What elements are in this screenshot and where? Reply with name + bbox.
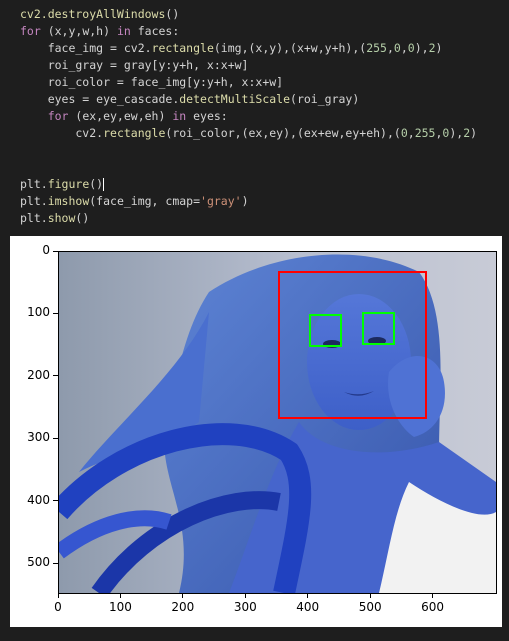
- code-line: face_img = cv2.rectangle(img,(x,y),(x+w,…: [20, 40, 443, 57]
- code-token: rectangle: [103, 126, 166, 140]
- x-tick-mark: [369, 593, 371, 598]
- x-tick-mark: [307, 593, 309, 598]
- code-token: (img,(x,y),(x+w,y+h),(: [213, 41, 367, 55]
- code-line: roi_color = face_img[y:y+h, x:x+w]: [20, 74, 283, 91]
- code-token: eyes:: [186, 109, 228, 123]
- code-token: (roi_gray): [290, 92, 360, 106]
- code-line: roi_gray = gray[y:y+h, x:x+w]: [20, 57, 249, 74]
- image-axes: [58, 251, 497, 594]
- code-token: ,: [407, 126, 415, 140]
- x-tick-mark: [57, 593, 59, 598]
- code-line: for (x,y,w,h) in faces:: [20, 23, 179, 40]
- code-token: plt.: [20, 194, 48, 208]
- y-tick-mark: [53, 437, 58, 439]
- code-token: (ex,ey,ew,eh): [68, 109, 173, 123]
- y-tick-mark: [53, 375, 58, 377]
- code-line: cv2.destroyAllWindows(): [20, 6, 179, 23]
- code-token: (roi_color,(ex,ey),(ex+ew,ey+eh),(: [165, 126, 401, 140]
- code-line: plt.show(): [20, 210, 89, 227]
- code-token: ): [241, 194, 249, 208]
- y-tick-mark: [53, 500, 58, 502]
- code-token: for: [20, 109, 69, 123]
- y-tick-label: 400: [27, 492, 50, 507]
- x-tick-label: 0: [54, 600, 62, 614]
- code-token: show: [47, 211, 76, 225]
- code-token: (): [75, 211, 90, 225]
- code-token: figure: [47, 177, 90, 191]
- code-token: rectangle: [151, 41, 214, 55]
- x-tick-label: 400: [296, 600, 320, 614]
- x-tick-label: 600: [421, 600, 445, 614]
- y-tick-label: 200: [27, 367, 50, 382]
- y-tick-mark: [53, 250, 58, 252]
- code-token: ): [470, 126, 478, 140]
- x-tick-mark: [182, 593, 184, 598]
- code-token: detectMultiScale: [179, 92, 291, 106]
- code-token: ): [435, 41, 443, 55]
- code-token: ),: [449, 126, 464, 140]
- code-token: 0: [400, 126, 408, 140]
- code-token: 255: [366, 41, 387, 55]
- code-token: (face_img, cmap=: [89, 194, 201, 208]
- code-line: for (ex,ey,ew,eh) in eyes:: [20, 108, 228, 125]
- code-token: faces:: [130, 24, 180, 38]
- code-token: ),: [414, 41, 429, 55]
- y-tick-mark: [53, 562, 58, 564]
- code-line: cv2.rectangle(roi_color,(ex,ey),(ex+ew,e…: [20, 125, 477, 142]
- code-token: 0: [393, 41, 401, 55]
- code-token: (x,y,w,h): [40, 24, 117, 38]
- x-tick-mark: [244, 593, 246, 598]
- x-tick-label: 500: [358, 600, 382, 614]
- code-line: plt.figure(): [20, 176, 105, 193]
- x-tick-mark: [432, 593, 434, 598]
- code-token: roi_gray = gray[y:y+h, x:x+w]: [20, 58, 249, 72]
- y-tick-label: 0: [42, 243, 50, 257]
- displayed-image: [59, 252, 496, 593]
- code-token: 0: [407, 41, 415, 55]
- code-token: (): [165, 7, 180, 21]
- code-token: ,: [386, 41, 394, 55]
- plot-output: 0 100 200 300 400 500 0 100 200 300 400 500 600: [10, 236, 502, 627]
- x-tick-label: 100: [108, 600, 132, 614]
- code-token: in: [172, 109, 187, 123]
- y-tick-mark: [53, 312, 58, 314]
- x-tick-label: 200: [171, 600, 195, 614]
- code-token: cv2.: [20, 126, 104, 140]
- y-tick-label: 500: [27, 555, 50, 570]
- text-cursor: [103, 178, 105, 191]
- x-tick-mark: [119, 593, 121, 598]
- code-token: ,: [400, 41, 408, 55]
- code-token: 2: [428, 41, 436, 55]
- code-token: eyes = eye_cascade.: [20, 92, 180, 106]
- y-tick-label: 300: [27, 430, 50, 445]
- x-tick-label: 300: [233, 600, 257, 614]
- y-tick-label: 100: [27, 305, 50, 320]
- code-token: for: [20, 24, 41, 38]
- code-token: in: [116, 24, 131, 38]
- code-cell[interactable]: cv2.destroyAllWindows() for (x,y,w,h) in …: [0, 0, 509, 232]
- code-token: (): [89, 177, 104, 191]
- code-token: face_img = cv2.: [20, 41, 152, 55]
- code-token: imshow: [47, 194, 90, 208]
- code-token: roi_color = face_img[y:y+h, x:x+w]: [20, 75, 284, 89]
- code-token: plt.: [20, 177, 48, 191]
- code-token: cv2.destroyAllWindows: [20, 7, 166, 21]
- code-line: eyes = eye_cascade.detectMultiScale(roi_…: [20, 91, 360, 108]
- code-line: plt.imshow(face_img, cmap='gray'): [20, 193, 249, 210]
- code-token: 255: [414, 126, 436, 140]
- code-token: plt.: [20, 211, 48, 225]
- code-token: 'gray': [200, 194, 242, 208]
